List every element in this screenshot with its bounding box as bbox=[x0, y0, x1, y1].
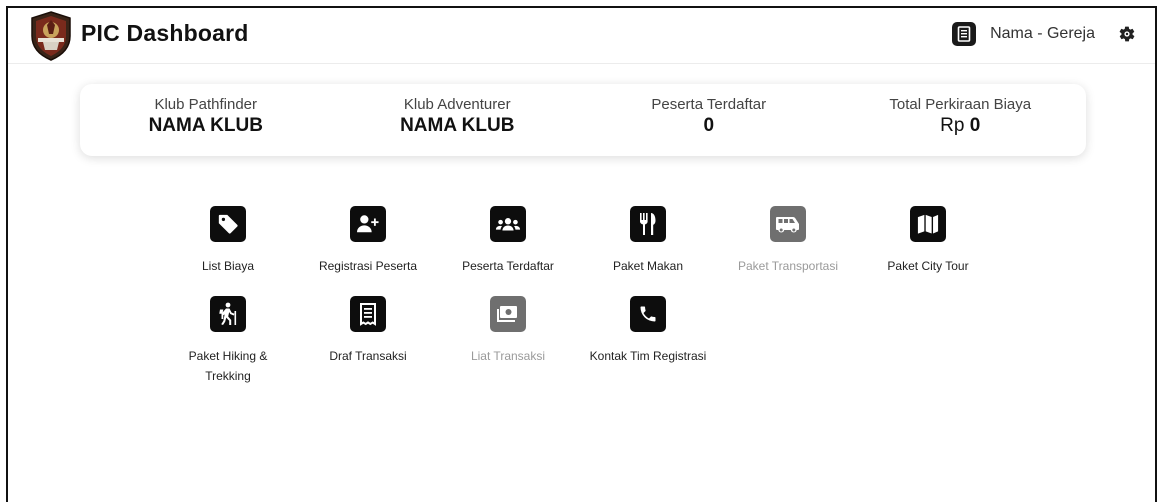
page-title: PIC Dashboard bbox=[81, 20, 249, 46]
top-navbar: PIC Dashboard Nama - Gereja bbox=[8, 8, 1155, 64]
menu-label: Registrasi Peserta bbox=[318, 259, 418, 273]
menu-label: Kontak Tim Registrasi bbox=[589, 349, 707, 363]
stat-adventurer: Klub Adventurer NAMA KLUB bbox=[332, 84, 584, 156]
money-bill-icon bbox=[490, 296, 526, 332]
menu-label: Paket Transportasi bbox=[737, 259, 839, 273]
menu-draf-transaksi[interactable]: Draf Transaksi bbox=[298, 296, 438, 386]
stat-label: Total Perkiraan Biaya bbox=[889, 96, 1032, 113]
stat-label: Klub Pathfinder bbox=[154, 96, 258, 113]
hiking-icon bbox=[210, 296, 246, 332]
stat-value: Rp 0 bbox=[835, 115, 1087, 137]
receipt-icon bbox=[350, 296, 386, 332]
tag-icon bbox=[210, 206, 246, 242]
menu-paket-city-tour[interactable]: Paket City Tour bbox=[858, 206, 998, 276]
stat-total-cost: Total Perkiraan Biaya Rp 0 bbox=[835, 84, 1087, 156]
menu-label: Paket Hiking & Trekking bbox=[188, 349, 268, 383]
menu-paket-makan[interactable]: Paket Makan bbox=[578, 206, 718, 276]
user-plus-icon bbox=[350, 206, 386, 242]
menu-registrasi-peserta[interactable]: Registrasi Peserta bbox=[298, 206, 438, 276]
club-emblem-icon bbox=[28, 10, 74, 62]
stat-label: Peserta Terdaftar bbox=[651, 96, 767, 113]
stat-registered: Peserta Terdaftar 0 bbox=[583, 84, 835, 156]
phone-icon bbox=[630, 296, 666, 332]
users-icon bbox=[490, 206, 526, 242]
user-name[interactable]: Nama - Gereja bbox=[990, 25, 1095, 43]
menu-list-biaya[interactable]: List Biaya bbox=[158, 206, 298, 276]
menu-label: Paket City Tour bbox=[887, 259, 969, 273]
total-cost-amount: 0 bbox=[969, 115, 981, 136]
receipt-icon[interactable] bbox=[952, 22, 977, 46]
menu-label: Peserta Terdaftar bbox=[462, 259, 554, 273]
menu-grid: List Biaya Registrasi Peserta Peserta Te… bbox=[158, 206, 998, 386]
app-window: PIC Dashboard Nama - Gereja Klub Pathfin… bbox=[6, 6, 1157, 502]
map-icon bbox=[910, 206, 946, 242]
stat-value: 0 bbox=[703, 115, 715, 136]
menu-peserta-terdaftar[interactable]: Peserta Terdaftar bbox=[438, 206, 578, 276]
utensils-icon bbox=[630, 206, 666, 242]
stat-value: NAMA KLUB bbox=[148, 115, 263, 136]
menu-label: Paket Makan bbox=[612, 259, 684, 273]
menu-paket-hiking[interactable]: Paket Hiking & Trekking bbox=[158, 296, 298, 386]
currency-prefix: Rp bbox=[940, 115, 965, 136]
user-area: Nama - Gereja bbox=[952, 22, 1137, 46]
stat-value: NAMA KLUB bbox=[400, 115, 515, 136]
menu-label: Liat Transaksi bbox=[470, 349, 546, 363]
menu-kontak-tim[interactable]: Kontak Tim Registrasi bbox=[578, 296, 718, 386]
summary-card: Klub Pathfinder NAMA KLUB Klub Adventure… bbox=[80, 84, 1086, 156]
shuttle-van-icon bbox=[770, 206, 806, 242]
gear-icon[interactable] bbox=[1117, 24, 1137, 44]
menu-liat-transaksi[interactable]: Liat Transaksi bbox=[438, 296, 578, 386]
stat-pathfinder: Klub Pathfinder NAMA KLUB bbox=[80, 84, 332, 156]
stat-label: Klub Adventurer bbox=[403, 96, 511, 113]
menu-label: Draf Transaksi bbox=[329, 349, 407, 363]
menu-paket-transportasi[interactable]: Paket Transportasi bbox=[718, 206, 858, 276]
menu-label: List Biaya bbox=[201, 259, 255, 273]
